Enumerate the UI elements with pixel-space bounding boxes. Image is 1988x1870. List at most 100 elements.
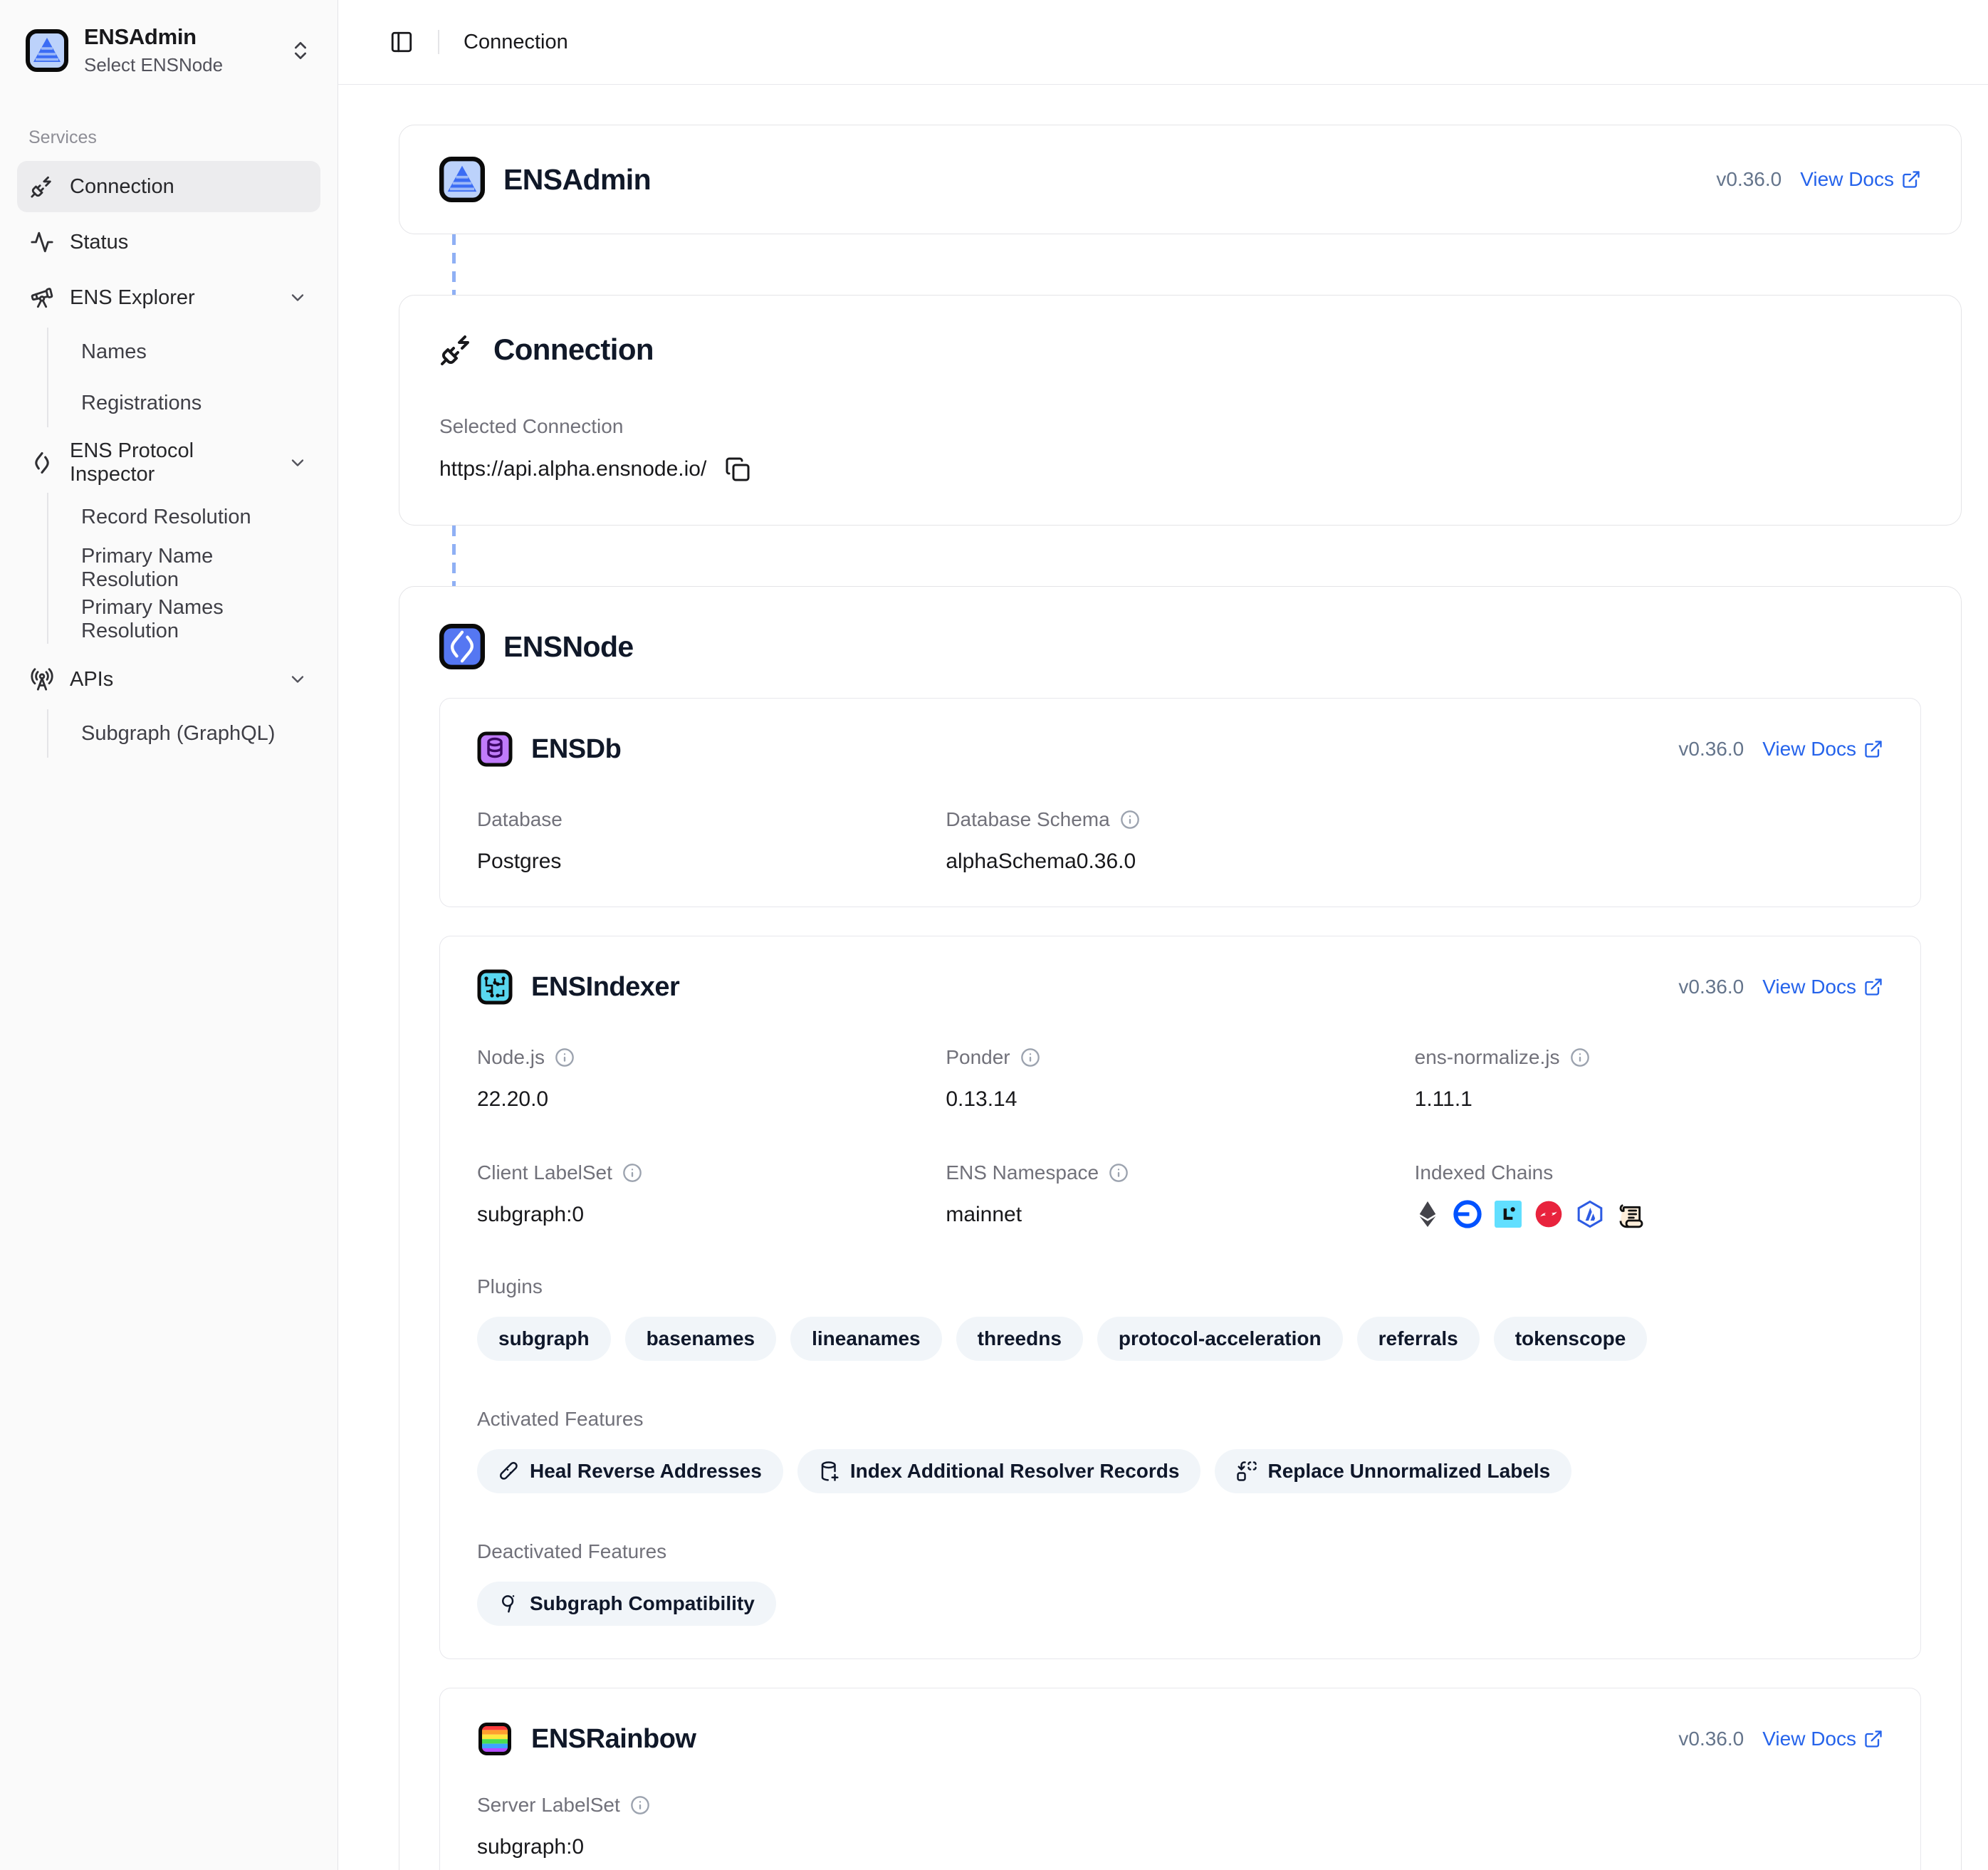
feature-badge-label: Subgraph Compatibility <box>530 1592 755 1615</box>
ensnode-card-title: ENSNode <box>503 630 634 664</box>
connection-card-title: Connection <box>493 333 654 367</box>
info-icon[interactable] <box>555 1048 575 1067</box>
plugin-badge: tokenscope <box>1494 1317 1648 1361</box>
ensrainbow-view-docs-link[interactable]: View Docs <box>1762 1728 1883 1750</box>
plugin-badge: referrals <box>1357 1317 1480 1361</box>
connection-card: Connection Selected Connection https://a… <box>399 295 1962 526</box>
ensrainbow-logo-icon <box>477 1721 513 1757</box>
selected-connection-label: Selected Connection <box>439 415 1921 438</box>
ensnode-selector[interactable]: ENSAdmin Select ENSNode <box>17 14 320 86</box>
external-link-icon <box>1863 1729 1883 1749</box>
feature-badge-subgraph-compatibility: Subgraph Compatibility <box>477 1582 776 1626</box>
field-server-labelset: Server LabelSet subgraph:0 <box>477 1794 946 1859</box>
sidebar-nav: Connection Status ENS Explorer Names Reg… <box>17 161 320 763</box>
sidebar-item-label: Primary Name Resolution <box>81 545 310 592</box>
field-label-text: Ponder <box>946 1046 1010 1069</box>
field-value-text: subgraph:0 <box>477 1835 946 1859</box>
topbar-divider <box>438 30 439 54</box>
ensrainbow-version: v0.36.0 <box>1678 1728 1744 1750</box>
info-icon[interactable] <box>1120 810 1140 830</box>
info-icon[interactable] <box>1020 1048 1040 1067</box>
app-title: ENSAdmin <box>84 24 223 50</box>
field-database: Database Postgres <box>477 808 946 874</box>
external-link-icon <box>1901 169 1921 189</box>
info-icon[interactable] <box>630 1795 650 1815</box>
card-connector-dashed-line <box>452 234 456 295</box>
card-connector-dashed-line <box>452 526 456 586</box>
activated-features-section: Activated Features Heal Reverse Addresse… <box>477 1408 1883 1493</box>
field-value-text: mainnet <box>946 1203 1414 1227</box>
database-plus-icon <box>819 1461 840 1482</box>
external-link-icon <box>1863 739 1883 759</box>
activated-features-label: Activated Features <box>477 1408 643 1431</box>
feature-badge-label: Index Additional Resolver Records <box>850 1460 1180 1483</box>
feature-badge-heal-reverse-addresses: Heal Reverse Addresses <box>477 1449 783 1493</box>
view-docs-label: View Docs <box>1762 738 1856 761</box>
chain-icon-optimism <box>1534 1200 1563 1228</box>
plugin-badge: subgraph <box>477 1317 611 1361</box>
chevron-down-icon <box>288 288 308 308</box>
sidebar-item-primary-name-resolution[interactable]: Primary Name Resolution <box>71 544 320 592</box>
info-icon[interactable] <box>1109 1163 1129 1183</box>
ensdb-version: v0.36.0 <box>1678 738 1744 761</box>
chevron-down-icon <box>288 669 308 689</box>
ensadmin-view-docs-link[interactable]: View Docs <box>1800 168 1921 191</box>
ensindexer-logo-icon <box>477 969 513 1005</box>
ensindexer-view-docs-link[interactable]: View Docs <box>1762 976 1883 998</box>
sidebar-item-ens-explorer[interactable]: ENS Explorer <box>17 272 320 323</box>
services-section-label: Services <box>28 127 320 148</box>
sidebar-item-primary-names-resolution[interactable]: Primary Names Resolution <box>71 595 320 644</box>
plugin-badge: protocol-acceleration <box>1097 1317 1343 1361</box>
plugins-section: Plugins subgraph basenames lineanames th… <box>477 1275 1883 1361</box>
ensrainbow-card-title: ENSRainbow <box>531 1724 696 1755</box>
plugins-label: Plugins <box>477 1275 543 1298</box>
sidebar-item-connection[interactable]: Connection <box>17 161 320 212</box>
feature-badge-label: Heal Reverse Addresses <box>530 1460 762 1483</box>
view-docs-label: View Docs <box>1800 168 1894 191</box>
sidebar-item-subgraph-graphql[interactable]: Subgraph (GraphQL) <box>71 709 320 758</box>
plugin-badge: lineanames <box>790 1317 942 1361</box>
sidebar-item-label: APIs <box>70 668 113 691</box>
connection-url: https://api.alpha.ensnode.io/ <box>439 457 706 481</box>
indexed-chains-row <box>1415 1200 1883 1228</box>
ensadmin-logo-icon <box>26 29 68 72</box>
copy-icon[interactable] <box>725 456 750 482</box>
chevron-down-icon <box>288 453 308 473</box>
sidebar-item-status[interactable]: Status <box>17 216 320 268</box>
sidebar-item-names[interactable]: Names <box>71 328 320 376</box>
ensindexer-card: ENSIndexer v0.36.0 View Docs <box>439 936 1921 1659</box>
chain-icon-scroll <box>1617 1200 1646 1228</box>
sidebar-item-label: Primary Names Resolution <box>81 596 310 643</box>
subgraph-compatibility-icon <box>498 1593 520 1614</box>
field-value-text: subgraph:0 <box>477 1203 946 1227</box>
field-ens-namespace: ENS Namespace mainnet <box>946 1161 1414 1228</box>
ensrainbow-card: ENSRainbow v0.36.0 View Docs <box>439 1688 1921 1870</box>
ensdb-view-docs-link[interactable]: View Docs <box>1762 738 1883 761</box>
sidebar: ENSAdmin Select ENSNode Services Connect… <box>0 0 338 1870</box>
sidebar-item-record-resolution[interactable]: Record Resolution <box>71 493 320 541</box>
sidebar-item-registrations[interactable]: Registrations <box>71 379 320 427</box>
ensadmin-logo-icon <box>439 157 485 202</box>
telescope-icon <box>30 286 54 310</box>
bandage-icon <box>498 1461 520 1482</box>
chevrons-up-down-icon[interactable] <box>289 39 312 62</box>
field-client-labelset: Client LabelSet subgraph:0 <box>477 1161 946 1228</box>
ensdb-card: ENSDb v0.36.0 View Docs Dat <box>439 698 1921 907</box>
field-value-text: 1.11.1 <box>1415 1087 1883 1112</box>
sidebar-item-apis[interactable]: APIs <box>17 654 320 705</box>
field-label-text: Server LabelSet <box>477 1794 620 1817</box>
ensindexer-version: v0.36.0 <box>1678 976 1744 998</box>
ens-diamond-icon <box>30 451 54 475</box>
field-label-text: Database Schema <box>946 808 1109 831</box>
info-icon[interactable] <box>622 1163 642 1183</box>
sidebar-toggle-button[interactable] <box>389 30 414 54</box>
sidebar-item-label: Connection <box>70 175 174 199</box>
feature-badge-label: Replace Unnormalized Labels <box>1267 1460 1550 1483</box>
deactivated-features-section: Deactivated Features Subgraph Compatibil… <box>477 1540 1883 1626</box>
feature-badge-index-additional-resolver-records: Index Additional Resolver Records <box>797 1449 1201 1493</box>
plugin-badge: threedns <box>956 1317 1083 1361</box>
ensnode-card: ENSNode ENSDb <box>399 586 1962 1870</box>
info-icon[interactable] <box>1570 1048 1590 1067</box>
sidebar-item-ens-protocol-inspector[interactable]: ENS Protocol Inspector <box>17 437 320 489</box>
chain-icon-linea <box>1495 1201 1522 1228</box>
